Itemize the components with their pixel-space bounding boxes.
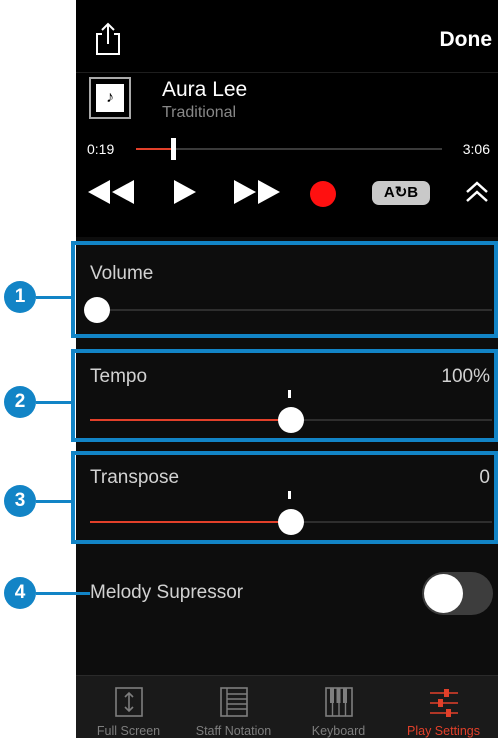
play-icon[interactable]: [172, 177, 198, 207]
album-art: ♪: [89, 77, 131, 119]
tab-label: Full Screen: [96, 724, 161, 738]
progress-slider[interactable]: [136, 138, 442, 160]
tab-label: Play Settings: [407, 724, 480, 738]
toggle-knob: [424, 574, 463, 613]
done-button[interactable]: Done: [440, 28, 493, 52]
record-button[interactable]: [310, 181, 336, 207]
tab-staff-notation[interactable]: Staff Notation: [181, 676, 286, 738]
callout-bullet: 1: [4, 281, 36, 313]
progress-handle[interactable]: [170, 138, 176, 160]
tab-keyboard[interactable]: Keyboard: [286, 676, 391, 738]
callout-bullet: 2: [4, 386, 36, 418]
tab-label: Staff Notation: [195, 724, 272, 738]
rewind-icon[interactable]: [86, 177, 136, 207]
melody-supressor-label: Melody Supressor: [90, 582, 244, 603]
callout-leader: [36, 401, 75, 404]
callout-leader: [36, 592, 90, 595]
keyboard-icon: [324, 687, 353, 717]
player-panel: ♪ Aura Lee Traditional 0:19 3:06 A↻B: [76, 72, 498, 237]
callout-bullet: 4: [4, 577, 36, 609]
fast-forward-icon[interactable]: [232, 177, 282, 207]
song-title: Aura Lee: [162, 78, 248, 101]
callout-bullet: 3: [4, 485, 36, 517]
staff-notation-icon: [219, 687, 248, 717]
tab-bar: Full Screen Staff Notation Keyboard Play…: [76, 675, 498, 738]
song-artist: Traditional: [162, 104, 237, 121]
total-time: 3:06: [462, 141, 490, 157]
callout-box-transpose: [71, 451, 498, 544]
tab-label: Keyboard: [311, 724, 366, 738]
progress-fill: [136, 148, 173, 150]
collapse-chevron-icon[interactable]: [464, 179, 490, 205]
callout-leader: [36, 500, 75, 503]
top-bar: Done: [76, 0, 498, 72]
play-settings-icon: [429, 689, 458, 717]
callout-leader: [36, 296, 75, 299]
tab-full-screen[interactable]: Full Screen: [76, 676, 181, 738]
melody-supressor-toggle[interactable]: [422, 572, 493, 615]
tab-play-settings[interactable]: Play Settings: [391, 676, 496, 738]
callout-box-volume: [71, 241, 498, 338]
ab-repeat-button[interactable]: A↻B: [372, 181, 430, 205]
full-screen-icon: [114, 687, 143, 717]
share-icon[interactable]: [93, 22, 123, 56]
music-note-icon: ♪: [96, 84, 124, 112]
current-time: 0:19: [87, 141, 115, 157]
callout-box-tempo: [71, 349, 498, 442]
